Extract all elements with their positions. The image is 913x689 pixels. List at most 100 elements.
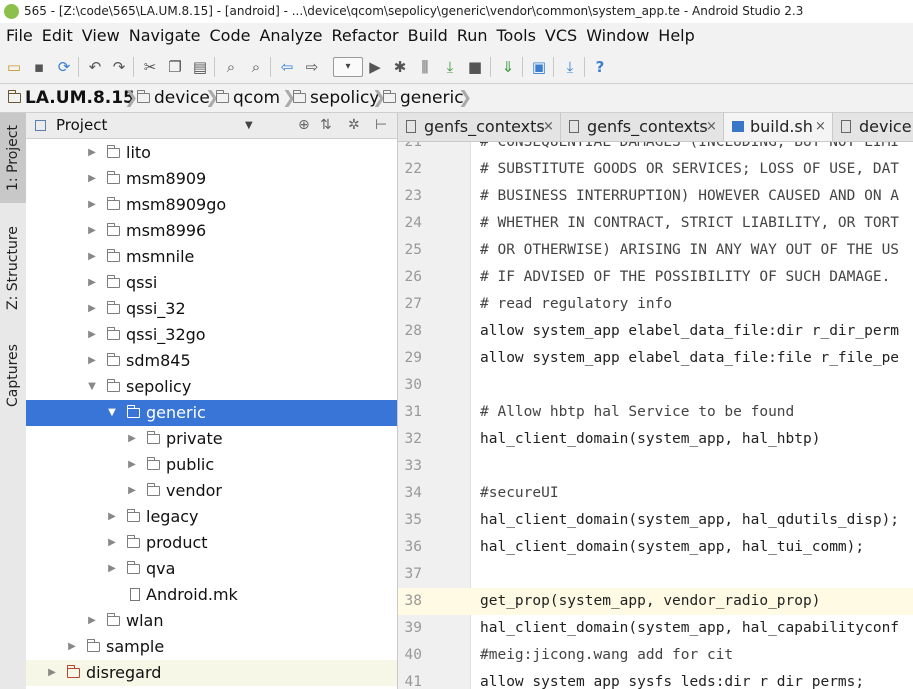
gear-icon[interactable]: ✲ <box>348 113 360 138</box>
breadcrumb-device[interactable]: device <box>136 84 210 112</box>
apply-changes-icon[interactable]: ⤓ <box>441 58 459 76</box>
menu-build[interactable]: Build <box>402 23 451 49</box>
chevron-right-icon[interactable]: ▶ <box>86 192 98 218</box>
code-line[interactable]: 21 # CONSEQUENTIAL DAMAGES (INCLUDING, BU… <box>398 142 913 156</box>
save-icon[interactable]: ▪ <box>30 58 48 76</box>
code-line[interactable]: 39 hal_client_domain(system_app, hal_capa… <box>398 615 913 642</box>
tree-item[interactable]: ▶ qssi_32go <box>26 322 397 348</box>
cut-icon[interactable]: ✂ <box>141 58 159 76</box>
code-line[interactable]: 38 get_prop(system_app, vendor_radio_prop… <box>398 588 913 615</box>
code-line[interactable]: 33 <box>398 453 913 480</box>
sync-icon[interactable]: ⟳ <box>55 58 73 76</box>
breadcrumb-generic[interactable]: generic <box>382 84 464 112</box>
tree-item[interactable]: ▶ wlan <box>26 608 397 634</box>
hide-panel-icon[interactable]: ⊢ <box>375 113 387 138</box>
tree-item[interactable]: ▶ lito <box>26 140 397 166</box>
code-line[interactable]: 27 # read regulatory info <box>398 291 913 318</box>
menu-tools[interactable]: Tools <box>491 23 539 49</box>
chevron-right-icon[interactable]: ▶ <box>86 348 98 374</box>
menu-window[interactable]: Window <box>580 23 652 49</box>
forward-icon[interactable]: ⇨ <box>303 58 321 76</box>
chevron-down-icon[interactable]: ▼ <box>86 374 98 400</box>
project-view-selector[interactable]: Project <box>56 113 107 138</box>
close-icon[interactable]: × <box>543 113 554 141</box>
chevron-right-icon[interactable]: ▶ <box>86 608 98 634</box>
tree-item[interactable]: ▶ msm8909 <box>26 166 397 192</box>
tree-item[interactable]: ▶ msm8909go <box>26 192 397 218</box>
chevron-right-icon[interactable]: ▶ <box>106 530 118 556</box>
tree-item[interactable]: ▶ qssi <box>26 270 397 296</box>
editor-tab-device[interactable]: device. <box>833 113 913 141</box>
replace-icon[interactable]: ⌕ <box>247 58 265 76</box>
chevron-down-icon[interactable]: ▼ <box>106 400 118 426</box>
tree-item[interactable]: ▶ sample <box>26 634 397 660</box>
code-line[interactable]: 23 # BUSINESS INTERRUPTION) HOWEVER CAUSE… <box>398 183 913 210</box>
tab-project-tool[interactable]: 1: Project <box>0 113 26 203</box>
sdk-manager-icon[interactable]: ⤓ <box>561 58 579 76</box>
chevron-right-icon[interactable]: ▶ <box>86 322 98 348</box>
code-line[interactable]: 32 hal_client_domain(system_app, hal_hbtp… <box>398 426 913 453</box>
chevron-down-icon[interactable]: ▼ <box>245 113 253 138</box>
chevron-right-icon[interactable]: ▶ <box>86 218 98 244</box>
breadcrumb-root[interactable]: LA.UM.8.15 <box>7 84 135 112</box>
chevron-right-icon[interactable]: ▶ <box>126 478 138 504</box>
code-line[interactable]: 29 allow system_app elabel_data_file:file… <box>398 345 913 372</box>
debug-icon[interactable]: ✱ <box>391 58 409 76</box>
breadcrumb-sepolicy[interactable]: sepolicy <box>292 84 379 112</box>
chevron-right-icon[interactable]: ▶ <box>86 270 98 296</box>
code-line[interactable]: 31 # Allow hbtp hal Service to be found <box>398 399 913 426</box>
tree-item[interactable]: ▶ private <box>26 426 397 452</box>
chevron-right-icon[interactable]: ▶ <box>106 556 118 582</box>
collapse-all-icon[interactable]: ⇅ <box>320 113 332 138</box>
close-icon[interactable]: × <box>815 113 826 141</box>
chevron-right-icon[interactable]: ▶ <box>106 504 118 530</box>
close-icon[interactable]: × <box>706 113 717 141</box>
tab-structure-tool[interactable]: Z: Structure <box>0 213 26 323</box>
chevron-right-icon[interactable]: ▶ <box>86 166 98 192</box>
code-line[interactable]: 30 <box>398 372 913 399</box>
gradle-sync-icon[interactable]: ⇓ <box>499 58 517 76</box>
chevron-right-icon[interactable]: ▶ <box>86 296 98 322</box>
tree-item[interactable]: ▶ qssi_32 <box>26 296 397 322</box>
tree-item[interactable]: ▶ vendor <box>26 478 397 504</box>
back-icon[interactable]: ⇦ <box>278 58 296 76</box>
stop-icon[interactable]: ■ <box>466 58 484 76</box>
chevron-right-icon[interactable]: ▶ <box>86 244 98 270</box>
menu-view[interactable]: View <box>76 23 123 49</box>
menu-vcs[interactable]: VCS <box>539 23 580 49</box>
find-icon[interactable]: ⌕ <box>222 58 240 76</box>
tree-item[interactable]: ▼ sepolicy <box>26 374 397 400</box>
tree-item[interactable]: ▶ disregard <box>26 660 397 686</box>
code-line[interactable]: 24 # WHETHER IN CONTRACT, STRICT LIABILIT… <box>398 210 913 237</box>
code-line[interactable]: 37 <box>398 561 913 588</box>
menu-navigate[interactable]: Navigate <box>123 23 204 49</box>
tab-captures-tool[interactable]: Captures <box>0 333 26 418</box>
copy-icon[interactable]: ❐ <box>166 58 184 76</box>
chevron-right-icon[interactable]: ▶ <box>46 660 58 686</box>
project-structure-icon[interactable]: ▣ <box>530 58 548 76</box>
code-editor[interactable]: 21 # CONSEQUENTIAL DAMAGES (INCLUDING, BU… <box>398 142 913 689</box>
menu-help[interactable]: Help <box>652 23 697 49</box>
tree-item[interactable]: ▼ generic <box>26 400 397 426</box>
code-line[interactable]: 40 #meig:jicong.wang add for cit <box>398 642 913 669</box>
help-icon[interactable]: ? <box>591 58 609 76</box>
run-config-dropdown[interactable]: ▾ <box>333 57 363 77</box>
tree-item[interactable]: ▶ product <box>26 530 397 556</box>
undo-icon[interactable]: ↶ <box>86 58 104 76</box>
tree-item[interactable]: ▶ qva <box>26 556 397 582</box>
code-line[interactable]: 26 # IF ADVISED OF THE POSSIBILITY OF SUC… <box>398 264 913 291</box>
chevron-right-icon[interactable]: ▶ <box>86 140 98 166</box>
editor-tab-genfs-contexts-2[interactable]: genfs_contexts × <box>561 113 724 141</box>
editor-tab-build-sh[interactable]: build.sh × <box>724 113 833 141</box>
editor-tab-genfs-contexts-1[interactable]: genfs_contexts × <box>398 113 561 141</box>
redo-icon[interactable]: ↷ <box>110 58 128 76</box>
chevron-right-icon[interactable]: ▶ <box>126 452 138 478</box>
code-line[interactable]: 34 #secureUI <box>398 480 913 507</box>
tree-item[interactable]: Android.mk <box>26 582 397 608</box>
breadcrumb-qcom[interactable]: qcom <box>215 84 280 112</box>
chevron-right-icon[interactable]: ▶ <box>66 634 78 660</box>
attach-debugger-icon[interactable]: ⫼ <box>416 58 434 76</box>
code-line[interactable]: 22 # SUBSTITUTE GOODS OR SERVICES; LOSS O… <box>398 156 913 183</box>
tree-item[interactable]: ▶ public <box>26 452 397 478</box>
code-line[interactable]: 28 allow system_app elabel_data_file:dir … <box>398 318 913 345</box>
